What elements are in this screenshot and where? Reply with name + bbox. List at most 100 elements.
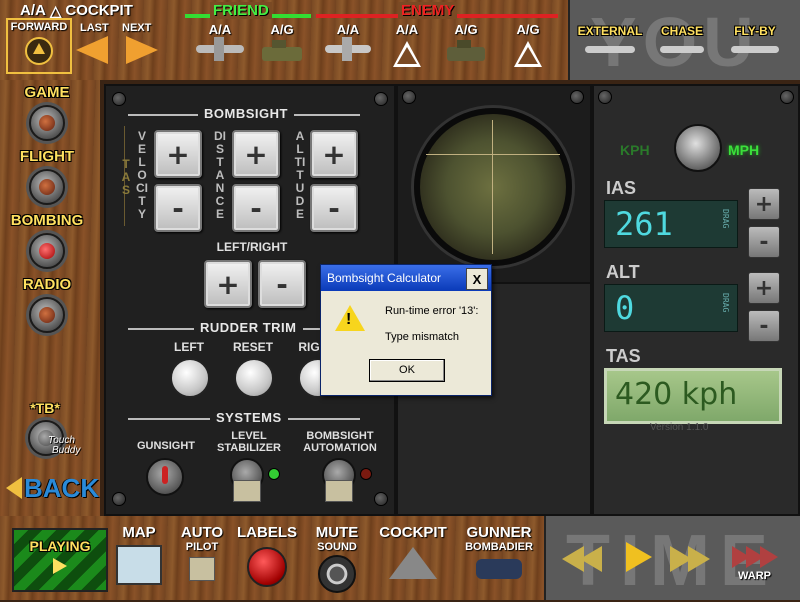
warp-icon <box>732 544 794 570</box>
alt-plus-button[interactable]: + <box>748 272 780 304</box>
fast-forward-button[interactable] <box>666 544 720 576</box>
padlock-icon <box>189 557 215 581</box>
padlock-icon <box>233 480 261 502</box>
alt-label: ALT <box>606 262 640 282</box>
mute-sound-button[interactable]: MUTE SOUND <box>306 524 368 594</box>
gunner-bombadier-button[interactable]: GUNNER BOMBADIER <box>456 524 542 594</box>
nav-flight[interactable]: FLIGHT <box>10 148 84 205</box>
nav-bombing[interactable]: BOMBING <box>4 212 90 269</box>
alt-minus-button[interactable]: - <box>748 310 780 342</box>
auto-label: AUTO <box>180 524 224 541</box>
level-stabilizer-label: LEVEL STABILIZER <box>217 430 281 454</box>
bombsight-automation-switch[interactable] <box>322 458 356 502</box>
dialog-message-line2: Type mismatch <box>385 331 459 343</box>
dialog-message-line1: Run-time error '13': <box>385 305 479 317</box>
altitude-minus-button[interactable]: - <box>310 184 358 232</box>
back-arrow-icon <box>6 477 22 499</box>
rudder-reset-label: RESET <box>232 340 273 354</box>
rudder-reset-button[interactable] <box>234 358 274 398</box>
enemy-ag-button-2[interactable]: A/G <box>500 22 556 76</box>
enemy-aa-button-2[interactable]: A/A <box>380 22 434 76</box>
pilot-label: PILOT <box>185 541 219 553</box>
dialog-title: Bombsight Calculator <box>327 271 442 285</box>
altitude-vertical-label: ALTITUDE <box>294 129 306 221</box>
flyby-label: FLY-BY <box>734 24 776 38</box>
toggle-knob-icon <box>29 169 65 205</box>
forward-button[interactable]: FORWARD <box>6 18 72 74</box>
labels-label: LABELS <box>237 524 297 541</box>
play-icon <box>53 558 67 574</box>
rewind-button[interactable] <box>558 544 612 576</box>
enemy-ag-label-1: A/G <box>454 22 478 37</box>
distance-minus-button[interactable]: - <box>232 184 280 232</box>
chase-view-button[interactable]: CHASE <box>652 24 712 74</box>
speaker-icon <box>318 555 356 593</box>
flyby-view-button[interactable]: FLY-BY <box>722 24 788 74</box>
velocity-minus-button[interactable]: - <box>154 184 202 232</box>
last-button[interactable] <box>76 36 108 64</box>
screw-icon <box>374 492 388 506</box>
alt-display: 0 DRAG <box>604 284 738 332</box>
instrument-panel: KPH MPH IAS 261 DRAG + - ALT 0 DRAG + - … <box>592 84 800 516</box>
dialog-titlebar: Bombsight Calculator X <box>321 265 491 291</box>
friend-ag-button[interactable]: A/G <box>252 22 312 76</box>
warp-button[interactable]: WARP <box>732 544 794 594</box>
outline-triangle-icon <box>393 41 421 67</box>
friend-label: FRIEND <box>210 2 272 19</box>
left-right-plus-button[interactable]: + <box>204 260 252 308</box>
chase-label: CHASE <box>660 24 703 38</box>
dialog-ok-button[interactable]: OK <box>369 359 445 382</box>
level-stabilizer-switch[interactable] <box>230 458 264 502</box>
next-button[interactable] <box>126 36 158 64</box>
binoculars-icon <box>476 559 522 579</box>
ias-value: 261 <box>615 205 673 243</box>
gunner-label: GUNNER <box>466 524 532 541</box>
nav-radio-label: RADIO <box>22 276 72 293</box>
map-button[interactable]: MAP <box>114 524 164 590</box>
tas-vertical-label: TAS <box>121 157 131 197</box>
velocity-plus-button[interactable]: + <box>154 130 202 178</box>
bombsight-automation-label: BOMBSIGHT AUTOMATION <box>303 430 377 454</box>
external-view-button[interactable]: EXTERNAL <box>574 24 646 74</box>
screw-icon <box>570 90 584 104</box>
screw-icon <box>598 90 612 104</box>
plane-icon <box>585 46 635 53</box>
warp-label: WARP <box>738 570 771 582</box>
external-label: EXTERNAL <box>577 24 643 38</box>
enemy-aa-button-1[interactable]: A/A <box>320 22 376 76</box>
screw-icon <box>780 90 794 104</box>
ias-minus-button[interactable]: - <box>748 226 780 258</box>
touch-buddy-text: Touch Buddy <box>48 435 81 456</box>
dialog-close-button[interactable]: X <box>466 268 488 290</box>
nav-game[interactable]: GAME <box>10 84 84 141</box>
labels-button[interactable]: LABELS <box>234 524 300 594</box>
nav-game-label: GAME <box>24 84 70 101</box>
unit-toggle-knob[interactable] <box>674 124 722 172</box>
ias-plus-button[interactable]: + <box>748 188 780 220</box>
ias-display: 261 DRAG <box>604 200 738 248</box>
scope-crosshair-v <box>492 120 493 254</box>
enemy-aa-label-1: A/A <box>336 22 360 37</box>
back-button[interactable]: BACK <box>6 472 99 504</box>
friend-aa-button[interactable]: A/A <box>190 22 250 76</box>
altitude-plus-button[interactable]: + <box>310 130 358 178</box>
scope-panel <box>396 84 592 284</box>
gunsight-switch[interactable] <box>146 458 184 496</box>
rudder-left-label: LEFT <box>174 340 204 354</box>
cockpit-view-button[interactable]: COCKPIT <box>374 524 452 594</box>
scope-crosshair-h <box>426 154 560 155</box>
left-right-minus-button[interactable]: - <box>258 260 306 308</box>
enemy-ag-button-1[interactable]: A/G <box>438 22 494 76</box>
autopilot-button[interactable]: AUTO PILOT <box>174 524 230 594</box>
active-knob-icon <box>29 233 65 269</box>
rudder-left-button[interactable] <box>170 358 210 398</box>
enemy-tank-icon <box>447 40 485 61</box>
velocity-vertical-label: VELOCITY <box>136 129 148 221</box>
nav-radio[interactable]: RADIO <box>10 276 84 333</box>
distance-plus-button[interactable]: + <box>232 130 280 178</box>
playing-button[interactable]: PLAYING <box>12 528 108 592</box>
play-button[interactable] <box>626 542 652 572</box>
enemy-ag-label-2: A/G <box>516 22 540 37</box>
touch-buddy-button[interactable]: *TB* Touch Buddy <box>10 400 90 460</box>
drag-label: DRAG <box>721 209 730 229</box>
